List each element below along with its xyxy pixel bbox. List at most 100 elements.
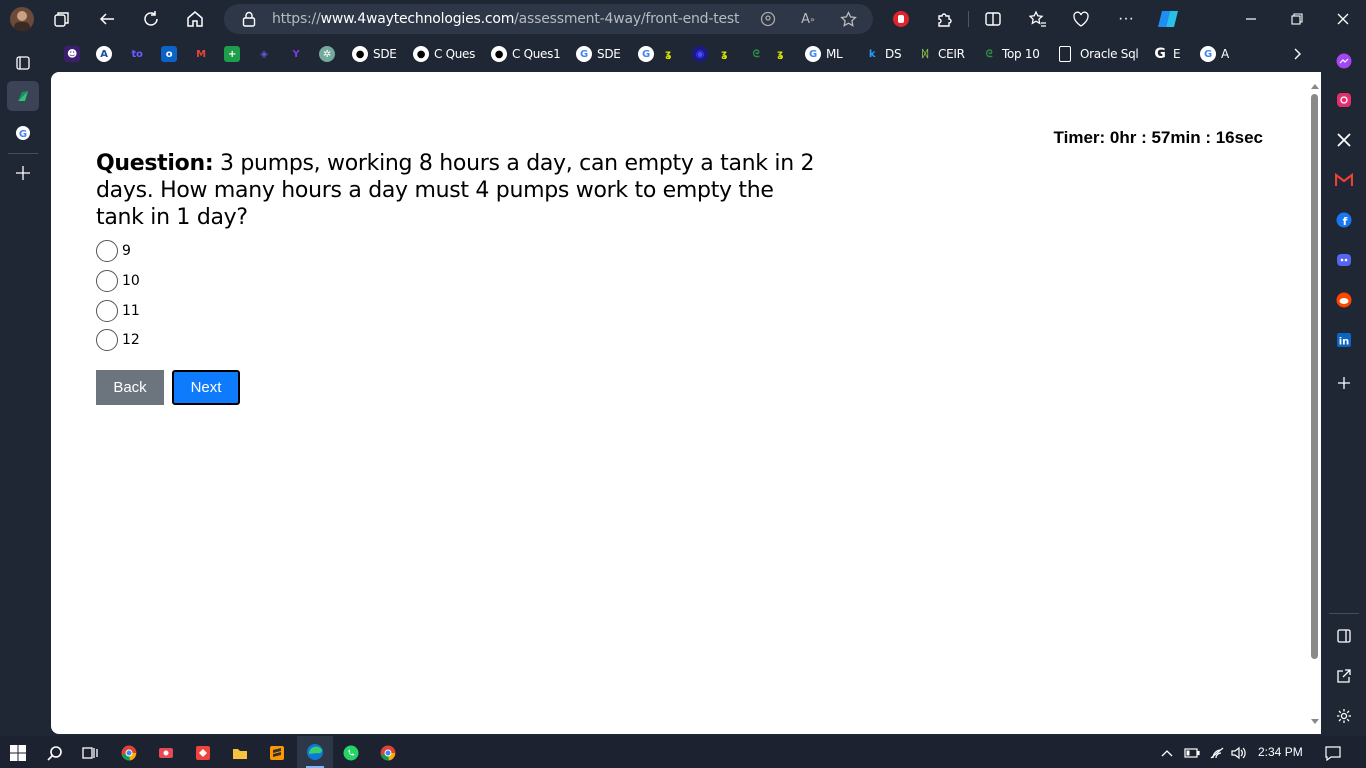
file-explorer-icon[interactable] — [230, 743, 250, 763]
bookmark-item[interactable]: G SDE — [576, 40, 621, 68]
split-screen-icon[interactable] — [983, 9, 1003, 29]
notifications-icon[interactable] — [1323, 743, 1343, 763]
favorites-list-icon[interactable] — [1028, 9, 1048, 29]
bookmark-item[interactable]: ʓ — [772, 40, 793, 68]
messenger-icon[interactable] — [1334, 51, 1354, 71]
bookmark-item[interactable]: ʓ — [660, 40, 681, 68]
lock-icon[interactable] — [240, 10, 258, 28]
option-radio[interactable] — [96, 329, 118, 351]
bookmark-item[interactable]: + — [224, 40, 245, 68]
scroll-down-arrow-icon[interactable] — [1309, 716, 1321, 728]
open-external-icon[interactable] — [1334, 666, 1354, 686]
bookmark-item[interactable]: G ML — [805, 40, 843, 68]
instagram-icon[interactable] — [1334, 90, 1354, 110]
bookmark-item[interactable]: A — [96, 40, 117, 68]
reddit-icon[interactable] — [1334, 290, 1354, 310]
option-radio[interactable] — [96, 300, 118, 322]
hide-sidebar-icon[interactable] — [1334, 626, 1354, 646]
workspaces-icon[interactable] — [52, 9, 72, 29]
copilot-icon[interactable] — [1156, 7, 1180, 31]
refresh-icon[interactable] — [141, 9, 161, 29]
bookmark-item[interactable]: to — [129, 40, 150, 68]
option-label[interactable]: 9 — [122, 243, 131, 259]
wifi-icon[interactable] — [1208, 744, 1226, 762]
extension-adblock-icon[interactable] — [891, 9, 911, 29]
extensions-puzzle-icon[interactable] — [935, 9, 955, 29]
back-button[interactable]: Back — [96, 370, 164, 405]
home-icon[interactable] — [185, 9, 205, 29]
address-bar[interactable]: https://www.4waytechnologies.com/assessm… — [224, 4, 873, 34]
profile-avatar[interactable] — [10, 7, 34, 31]
whatsapp-icon[interactable] — [341, 743, 361, 763]
tab-active[interactable] — [7, 81, 39, 111]
scroll-up-arrow-icon[interactable] — [1309, 80, 1321, 92]
location-icon[interactable] — [759, 10, 777, 28]
facebook-icon[interactable]: f — [1334, 210, 1354, 230]
sublime-text-icon[interactable] — [267, 743, 287, 763]
discord-icon[interactable] — [1334, 250, 1354, 270]
volume-icon[interactable] — [1230, 744, 1248, 762]
favorite-star-icon[interactable] — [839, 10, 857, 28]
next-button[interactable]: Next — [172, 370, 240, 405]
option-label[interactable]: 10 — [122, 273, 140, 289]
bookmark-item[interactable]: ● C Ques1 — [491, 40, 561, 68]
linkedin-icon[interactable]: in — [1334, 330, 1354, 350]
page-scrollbar[interactable] — [1309, 80, 1321, 730]
bookmark-item[interactable]: G — [638, 40, 659, 68]
scrollbar-thumb[interactable] — [1311, 94, 1318, 659]
chrome-icon[interactable] — [119, 743, 139, 763]
option-label[interactable]: 11 — [122, 303, 140, 319]
bookmark-item[interactable]: Oracle Sql — [1059, 40, 1139, 68]
chrome-icon[interactable] — [378, 743, 398, 763]
bookmark-item[interactable]: ᘓ Top 10 — [981, 40, 1040, 68]
tab-google[interactable]: G — [13, 123, 33, 143]
browser-essentials-icon[interactable] — [1071, 9, 1091, 29]
battery-icon[interactable] — [1183, 744, 1201, 762]
bookmark-item[interactable]: k DS — [864, 40, 902, 68]
tab-actions-icon[interactable] — [13, 53, 33, 73]
snipping-tool-icon[interactable] — [156, 743, 176, 763]
windows-start-icon[interactable] — [9, 744, 27, 762]
bookmark-item[interactable]: ● SDE — [352, 40, 397, 68]
new-tab-plus-icon[interactable] — [13, 163, 33, 183]
answer-option[interactable]: 10 — [96, 269, 140, 293]
edge-taskbar-icon[interactable] — [297, 736, 333, 768]
bookmark-item[interactable]: ʓ — [716, 40, 737, 68]
taskbar-clock[interactable]: 2:34 PM — [1258, 745, 1303, 759]
settings-gear-icon[interactable] — [1334, 706, 1354, 726]
restore-icon[interactable] — [1287, 9, 1307, 29]
search-icon[interactable] — [45, 743, 65, 763]
anydesk-icon[interactable] — [193, 743, 213, 763]
minimize-icon[interactable] — [1241, 9, 1261, 29]
bookmark-item[interactable]: GA — [1200, 40, 1229, 68]
read-aloud-icon[interactable]: A» — [799, 10, 817, 28]
bookmark-favicon-icon: Y — [292, 48, 300, 60]
bookmark-item[interactable]: ᘓ — [748, 40, 769, 68]
answer-option[interactable]: 11 — [96, 299, 140, 323]
show-hidden-icons-chevron-up-icon[interactable] — [1158, 744, 1176, 762]
bookmark-item[interactable]: M — [193, 40, 214, 68]
bookmark-item[interactable]: GE — [1152, 40, 1180, 68]
x-twitter-icon[interactable] — [1334, 130, 1354, 150]
task-view-icon[interactable] — [80, 743, 100, 763]
bookmark-item[interactable]: ✲ — [319, 40, 340, 68]
bookmark-item[interactable]: ● C Ques — [413, 40, 475, 68]
option-radio[interactable] — [96, 240, 118, 262]
more-menu-icon[interactable]: ··· — [1116, 9, 1136, 29]
bookmark-item[interactable]: ◈ — [256, 40, 277, 68]
option-radio[interactable] — [96, 270, 118, 292]
bookmark-item[interactable]: ᛞ CEIR — [917, 40, 965, 68]
bookmark-item[interactable]: Y — [288, 40, 309, 68]
bookmark-item[interactable]: o — [161, 40, 182, 68]
option-label[interactable]: 12 — [122, 332, 140, 348]
gmail-icon[interactable] — [1334, 170, 1354, 190]
add-sidebar-app-plus-icon[interactable] — [1334, 373, 1354, 393]
chevron-right-icon[interactable] — [1288, 45, 1306, 63]
close-window-icon[interactable] — [1333, 9, 1353, 29]
bookmark-item[interactable]: ◉ — [692, 40, 713, 68]
back-arrow-icon[interactable] — [97, 9, 117, 29]
answer-option[interactable]: 12 — [96, 328, 140, 352]
bookmark-item[interactable]: ☻ — [64, 40, 85, 68]
url-text[interactable]: https://www.4waytechnologies.com/assessm… — [272, 11, 739, 27]
answer-option[interactable]: 9 — [96, 239, 131, 263]
